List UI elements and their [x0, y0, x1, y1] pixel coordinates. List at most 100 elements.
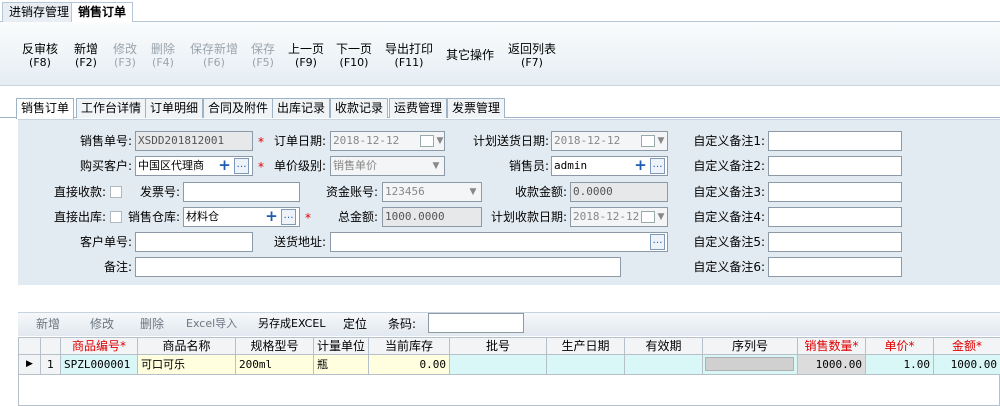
barcode-input[interactable] — [428, 313, 524, 333]
custom-remark-2-field[interactable] — [768, 156, 902, 176]
col-stock[interactable]: 当前库存 — [369, 338, 450, 355]
col-product-name[interactable]: 商品名称 — [138, 338, 236, 355]
warehouse-label: 销售仓库: — [127, 210, 180, 224]
cell-price[interactable]: 1.00 — [866, 355, 934, 375]
col-prod-date[interactable]: 生产日期 — [547, 338, 625, 355]
save-as-excel-button[interactable]: 另存成EXCEL — [258, 315, 325, 333]
tab-order-detail[interactable]: 订单明细 — [145, 98, 204, 118]
custom-remark-3-field[interactable] — [768, 182, 902, 202]
cell-amount[interactable]: 1000.00 — [934, 355, 1000, 375]
edit-button[interactable]: 修改 (F3) — [113, 42, 137, 70]
delivery-address-field[interactable] — [330, 232, 668, 252]
tab-invoice[interactable]: 发票管理 — [447, 98, 506, 118]
form-tab-bar: 销售订单 工作台详情 订单明细 合同及附件 出库记录 收款记录 运费管理 发票管… — [0, 98, 1000, 119]
col-price[interactable]: 单价* — [866, 338, 934, 355]
tab-contract[interactable]: 合同及附件 — [203, 98, 274, 118]
cell-stock[interactable]: 0.00 — [369, 355, 450, 375]
custom-remark-2-label: 自定义备注2: — [693, 159, 765, 173]
tab-outbound[interactable]: 出库记录 — [272, 98, 331, 118]
grid-edit-button[interactable]: 修改 — [90, 315, 114, 333]
add-warehouse-icon[interactable]: + — [264, 209, 279, 225]
custom-remark-5-label: 自定义备注5: — [693, 235, 765, 249]
direct-collect-checkbox[interactable] — [110, 186, 122, 198]
price-level-label: 单价级别: — [273, 159, 326, 173]
app-tab-bar: 进销存管理 销售订单 — [0, 0, 1000, 23]
chevron-down-icon[interactable]: ▼ — [653, 208, 669, 226]
col-batch[interactable]: 批号 — [450, 338, 547, 355]
col-serial[interactable]: 序列号 — [703, 338, 798, 355]
customer-order-no-field[interactable] — [135, 232, 253, 252]
total-amount-label: 总金额: — [337, 210, 378, 224]
cell-unit[interactable]: 瓶 — [314, 355, 369, 375]
excel-import-button[interactable]: Excel导入 — [186, 315, 237, 333]
cell-qty[interactable]: 1000.00 — [798, 355, 866, 375]
grid-delete-button[interactable]: 删除 — [140, 315, 164, 333]
chevron-down-icon[interactable]: ▼ — [432, 132, 448, 150]
col-amount[interactable]: 金额* — [934, 338, 1000, 355]
cell-spec[interactable]: 200ml — [236, 355, 314, 375]
locate-button[interactable]: 定位 — [343, 315, 367, 333]
next-page-button[interactable]: 下一页 (F10) — [336, 42, 372, 70]
app-tab-inventory[interactable]: 进销存管理 — [2, 2, 77, 22]
add-customer-icon[interactable]: + — [217, 158, 232, 174]
delivery-address-label: 送货地址: — [273, 235, 326, 249]
col-expiry[interactable]: 有效期 — [625, 338, 703, 355]
tab-workbench[interactable]: 工作台详情 — [76, 98, 147, 118]
collected-amount-field[interactable]: 0.0000 — [570, 182, 668, 202]
custom-remark-5-field[interactable] — [768, 232, 902, 252]
other-actions-button[interactable]: 其它操作 — [446, 48, 494, 62]
total-amount-field[interactable]: 1000.0000 — [382, 207, 482, 227]
cell-batch[interactable] — [450, 355, 547, 375]
custom-remark-6-label: 自定义备注6: — [693, 260, 765, 274]
serial-box[interactable] — [705, 357, 794, 371]
back-to-list-button[interactable]: 返回列表 (F7) — [508, 42, 556, 70]
add-salesman-icon[interactable]: + — [633, 158, 648, 174]
unapprove-button[interactable]: 反审核 (F8) — [22, 42, 58, 70]
cell-serial[interactable] — [703, 355, 798, 375]
grid-add-button[interactable]: 新增 — [36, 315, 60, 333]
custom-remark-3-label: 自定义备注3: — [693, 185, 765, 199]
browse-salesman-button[interactable]: … — [650, 158, 665, 174]
chevron-down-icon[interactable]: ▼ — [653, 132, 669, 150]
remark-field[interactable] — [135, 257, 621, 277]
chevron-down-icon[interactable]: ▼ — [465, 183, 481, 201]
tab-collection[interactable]: 收款记录 — [330, 98, 389, 118]
order-no-label: 销售单号: — [79, 134, 132, 148]
custom-remark-1-field[interactable] — [768, 131, 902, 151]
col-unit[interactable]: 计量单位 — [314, 338, 369, 355]
col-product-code[interactable]: 商品编号* — [61, 338, 138, 355]
invoice-no-field[interactable] — [183, 182, 300, 202]
main-toolbar — [0, 22, 1000, 86]
cell-product-code[interactable]: SPZL000001 — [61, 355, 138, 375]
col-qty[interactable]: 销售数量* — [798, 338, 866, 355]
row-indicator[interactable]: ▶ — [19, 355, 41, 375]
export-print-button[interactable]: 导出打印 (F11) — [385, 42, 433, 70]
tab-sales-order[interactable]: 销售订单 — [16, 98, 75, 119]
browse-address-button[interactable]: … — [650, 234, 665, 250]
custom-remark-1-label: 自定义备注1: — [693, 134, 765, 148]
custom-remark-4-field[interactable] — [768, 207, 902, 227]
add-button[interactable]: 新增 (F2) — [74, 42, 98, 70]
order-date-label: 订单日期: — [273, 134, 326, 148]
col-spec[interactable]: 规格型号 — [236, 338, 314, 355]
browse-customer-button[interactable]: … — [234, 158, 249, 174]
direct-collect-label: 直接收款: — [53, 185, 106, 199]
app-tab-sales-order[interactable]: 销售订单 — [71, 2, 134, 23]
plan-collect-date-label: 计划收款日期: — [490, 210, 567, 224]
save-and-new-button[interactable]: 保存新增 (F6) — [190, 42, 238, 70]
prev-page-button[interactable]: 上一页 (F9) — [288, 42, 324, 70]
custom-remark-6-field[interactable] — [768, 257, 902, 277]
required-mark: * — [258, 160, 264, 174]
order-no-field[interactable]: XSDD201812001 — [135, 131, 253, 151]
tab-freight[interactable]: 运费管理 — [389, 98, 448, 118]
chevron-down-icon[interactable]: ▼ — [428, 157, 444, 175]
custom-remark-4-label: 自定义备注4: — [693, 210, 765, 224]
cell-product-name[interactable]: 可口可乐 — [138, 355, 236, 375]
direct-outbound-checkbox[interactable] — [110, 211, 122, 223]
save-button[interactable]: 保存 (F5) — [251, 42, 275, 70]
delete-button[interactable]: 删除 (F4) — [151, 42, 175, 70]
cell-prod-date[interactable] — [547, 355, 625, 375]
customer-label: 购买客户: — [79, 159, 132, 173]
cell-expiry[interactable] — [625, 355, 703, 375]
browse-warehouse-button[interactable]: … — [281, 209, 296, 225]
